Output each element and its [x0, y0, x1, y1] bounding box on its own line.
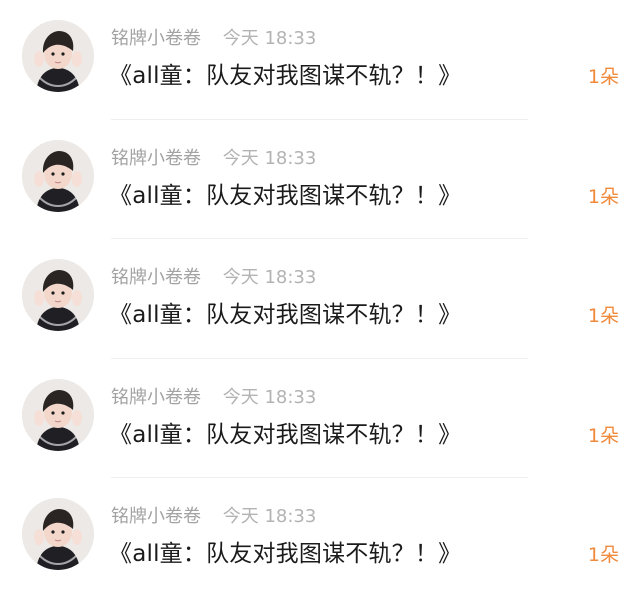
user-avatar[interactable]: [22, 259, 94, 331]
username[interactable]: 铭牌小卷卷: [111, 28, 201, 49]
timestamp: 今天 18:33: [222, 506, 317, 527]
message-meta: 铭牌小卷卷 今天 18:33: [111, 266, 316, 290]
feed-item[interactable]: 铭牌小卷卷 今天 18:33 《all童：队友对我图谋不轨？！》 1朵: [0, 120, 640, 239]
message-text: 《all童：队友对我图谋不轨？！》: [109, 63, 462, 89]
user-avatar[interactable]: [22, 139, 94, 212]
user-avatar[interactable]: [22, 20, 94, 92]
user-avatar[interactable]: [22, 378, 94, 451]
flower-count[interactable]: 1朵: [588, 541, 619, 569]
username[interactable]: 铭牌小卷卷: [111, 506, 201, 527]
timestamp: 今天 18:33: [222, 28, 317, 49]
timestamp: 今天 18:33: [222, 267, 317, 288]
feed-item[interactable]: 铭牌小卷卷 今天 18:33 《all童：队友对我图谋不轨？！》 1朵: [0, 239, 640, 359]
flower-count[interactable]: 1朵: [588, 302, 619, 330]
message-text: 《all童：队友对我图谋不轨？！》: [109, 421, 462, 448]
message-meta: 铭牌小卷卷 今天 18:33: [111, 147, 316, 171]
flower-count[interactable]: 1朵: [588, 422, 619, 450]
message-meta: 铭牌小卷卷 今天 18:33: [111, 505, 316, 529]
message-meta: 铭牌小卷卷 今天 18:33: [111, 386, 316, 410]
message-text: 《all童：队友对我图谋不轨？！》: [109, 182, 462, 209]
feed-item[interactable]: 铭牌小卷卷 今天 18:33 《all童：队友对我图谋不轨？！》 1朵: [0, 0, 640, 120]
timestamp: 今天 18:33: [222, 147, 317, 169]
username[interactable]: 铭牌小卷卷: [111, 267, 201, 288]
username[interactable]: 铭牌小卷卷: [111, 148, 201, 169]
message-text: 《all童：队友对我图谋不轨？！》: [109, 541, 462, 567]
message-feed: 铭牌小卷卷 今天 18:33 《all童：队友对我图谋不轨？！》 1朵 铭牌小卷…: [0, 0, 640, 591]
user-avatar[interactable]: [22, 498, 94, 570]
feed-item[interactable]: 铭牌小卷卷 今天 18:33 《all童：队友对我图谋不轨？！》 1朵: [0, 359, 640, 478]
message-text: 《all童：队友对我图谋不轨？！》: [109, 302, 462, 328]
username[interactable]: 铭牌小卷卷: [111, 387, 201, 408]
message-meta: 铭牌小卷卷 今天 18:33: [111, 27, 316, 51]
flower-count[interactable]: 1朵: [588, 63, 619, 91]
flower-count[interactable]: 1朵: [588, 183, 619, 211]
timestamp: 今天 18:33: [222, 386, 317, 408]
feed-item[interactable]: 铭牌小卷卷 今天 18:33 《all童：队友对我图谋不轨？！》 1朵: [0, 478, 640, 598]
